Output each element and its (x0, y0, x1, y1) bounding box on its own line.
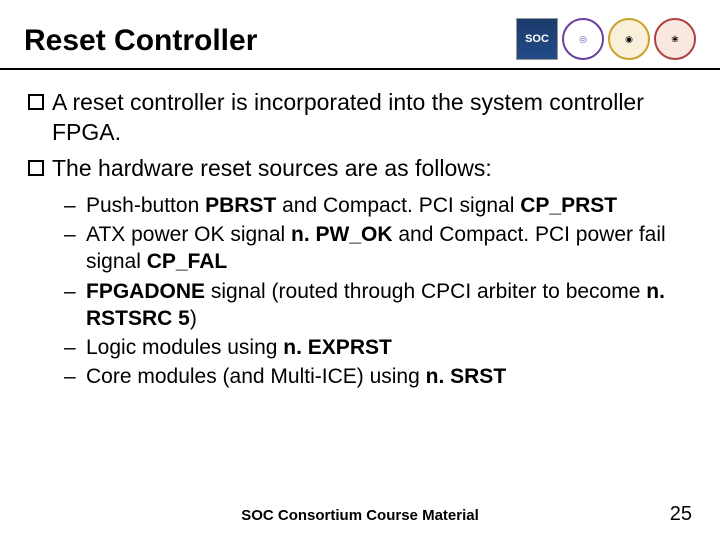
sub-bullet-text: FPGADONE signal (routed through CPCI arb… (86, 278, 692, 333)
logo-institution-2: ◉ (608, 18, 650, 60)
page-number: 25 (670, 503, 692, 526)
sub-bullet-text: ATX power OK signal n. PW_OK and Compact… (86, 221, 692, 276)
slide-title: Reset Controller (24, 18, 516, 58)
dash-bullet-icon: – (64, 334, 86, 361)
logo-soc: SOC (516, 18, 558, 60)
dash-bullet-icon: – (64, 221, 86, 276)
logo-row: SOC ◎ ◉ ❀ (516, 18, 696, 60)
footer-text: SOC Consortium Course Material (0, 507, 720, 524)
dash-bullet-icon: – (64, 363, 86, 390)
dash-bullet-icon: – (64, 192, 86, 219)
sub-bullet-item: –Push-button PBRST and Compact. PCI sign… (64, 192, 692, 219)
sub-bullet-text: Push-button PBRST and Compact. PCI signa… (86, 192, 692, 219)
square-bullet-icon (28, 94, 44, 110)
logo-institution-3: ❀ (654, 18, 696, 60)
logo-institution-1: ◎ (562, 18, 604, 60)
slide-body: A reset controller is incorporated into … (0, 70, 720, 391)
sub-bullet-text: Core modules (and Multi-ICE) using n. SR… (86, 363, 692, 390)
sub-bullet-item: –FPGADONE signal (routed through CPCI ar… (64, 278, 692, 333)
sub-bullet-item: –Logic modules using n. EXPRST (64, 334, 692, 361)
square-bullet-icon (28, 160, 44, 176)
sub-bullet-item: –ATX power OK signal n. PW_OK and Compac… (64, 221, 692, 276)
bullet-item: A reset controller is incorporated into … (28, 88, 692, 148)
dash-bullet-icon: – (64, 278, 86, 333)
sub-bullet-item: –Core modules (and Multi-ICE) using n. S… (64, 363, 692, 390)
bullet-text: The hardware reset sources are as follow… (52, 154, 692, 184)
sub-bullet-text: Logic modules using n. EXPRST (86, 334, 692, 361)
bullet-item: The hardware reset sources are as follow… (28, 154, 692, 184)
bullet-text: A reset controller is incorporated into … (52, 88, 692, 148)
slide-header: Reset Controller SOC ◎ ◉ ❀ (0, 0, 720, 70)
